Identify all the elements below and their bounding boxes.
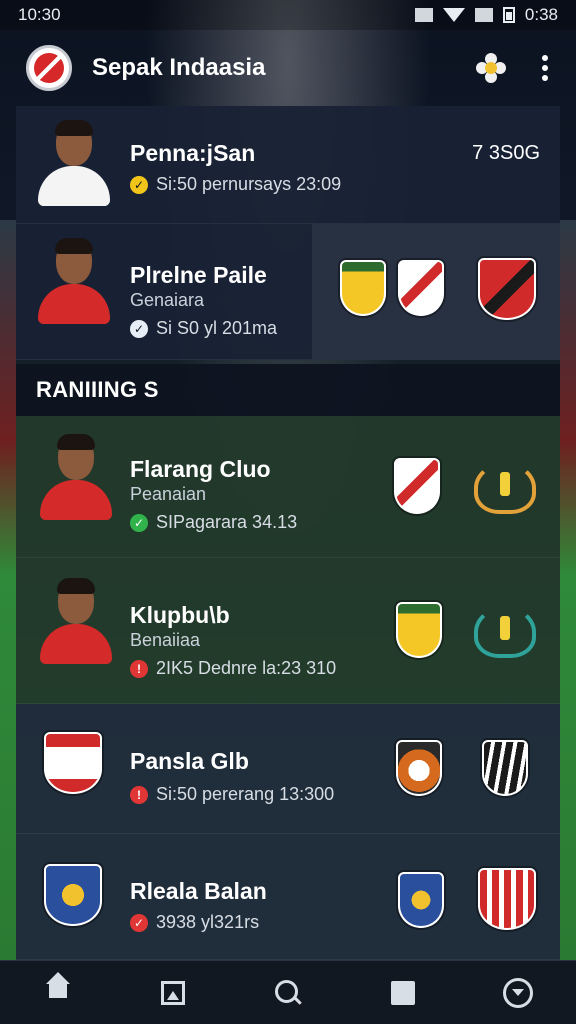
app-logo-mark: [34, 53, 64, 83]
club-crest-icon[interactable]: [340, 260, 386, 316]
card-meta: ✓ Si:50 pernursays 23:09: [130, 174, 341, 195]
nav-search-button[interactable]: [266, 971, 310, 1015]
wifi-icon: [442, 8, 465, 22]
card-meta-text: Si S0 yl 201ma: [156, 318, 278, 338]
featured-card[interactable]: Plrelne Paile Genaiara ✓ Si S0 yl 201ma: [16, 224, 560, 360]
square-icon: [391, 980, 416, 1005]
card-meta-text: 2IK5 Dednre la:23 310: [156, 658, 337, 678]
kebab-menu-icon[interactable]: [540, 55, 550, 81]
player-avatar: [38, 120, 110, 206]
card-title: Klupbu\b: [130, 602, 230, 628]
club-crest-icon[interactable]: [396, 740, 442, 796]
club-crest-icon[interactable]: [478, 258, 536, 320]
nav-home-button[interactable]: [36, 971, 80, 1015]
ranking-card[interactable]: Klupbu\b Benaiiaa ! 2IK5 Dednre la:23 31…: [16, 558, 560, 704]
app-header: Sepak Indaasia: [0, 30, 576, 106]
club-crest-icon[interactable]: [396, 602, 442, 658]
ranking-card[interactable]: Flarang Cluo Peanaian ✓ SIPagarara 34.13: [16, 416, 560, 558]
card-meta-text: Si:50 pernursays 23:09: [156, 174, 342, 194]
club-crest-icon: [44, 732, 102, 794]
nav-square-button[interactable]: [381, 971, 425, 1015]
check-icon: ✓: [130, 319, 148, 338]
chevron-circle-icon: [503, 977, 534, 1008]
player-avatar: [38, 238, 110, 324]
check-icon: ✓: [130, 513, 148, 532]
club-crest-icon: [44, 864, 102, 926]
alert-icon: !: [130, 785, 148, 804]
card-value: 7 3S0G: [472, 142, 540, 164]
card-title: Plrelne Paile: [130, 262, 267, 288]
card-meta-text: SIPagarara 34.13: [156, 512, 298, 532]
featured-card[interactable]: Penna:jSan ✓ Si:50 pernursays 23:09 7 3S…: [16, 106, 560, 224]
stadium-background-left: [0, 220, 16, 960]
card-meta: ! 2IK5 Dednre la:23 310: [130, 658, 336, 679]
card-title: Penna:jSan: [130, 140, 256, 166]
status-bar: 10:30 0:38: [0, 0, 576, 30]
app-logo[interactable]: [26, 45, 72, 91]
status-icons: 0:38: [414, 5, 558, 25]
card-meta-text: Si:50 pererang 13:300: [156, 784, 335, 804]
club-crest-icon[interactable]: [478, 868, 536, 930]
alert-icon: !: [130, 659, 148, 678]
bottom-navigation: [0, 960, 576, 1024]
battery-icon: [502, 7, 515, 23]
card-meta-text: 3938 yl321rs: [156, 912, 260, 932]
card-title: Rleala Balan: [130, 878, 267, 904]
search-icon: [274, 979, 301, 1006]
nav-gallery-button[interactable]: [151, 971, 195, 1015]
club-crest-panel: [312, 224, 560, 360]
club-crest-icon[interactable]: [398, 260, 444, 316]
card-meta: ! Si:50 pererang 13:300: [130, 784, 334, 805]
gallery-icon: [160, 980, 185, 1005]
status-battery-time: 0:38: [524, 5, 558, 24]
notification-muted-icon: [414, 8, 433, 22]
rankings-header: RANIIING S: [16, 364, 560, 416]
ranking-card[interactable]: Rleala Balan ✓ 3938 yl321rs: [16, 834, 560, 960]
card-title: Flarang Cluo: [130, 456, 271, 482]
card-meta: ✓ Si S0 yl 201ma: [130, 318, 277, 339]
flower-icon[interactable]: [476, 53, 506, 83]
card-meta: ✓ 3938 yl321rs: [130, 912, 259, 933]
club-crest-icon[interactable]: [394, 458, 440, 514]
section-title: RANIIING S: [36, 377, 159, 402]
flower-center: [485, 62, 497, 74]
card-title: Pansla Glb: [130, 748, 249, 774]
player-avatar: [40, 434, 112, 520]
trophy-laurel-icon: [474, 462, 536, 514]
ranking-card[interactable]: Pansla Glb ! Si:50 pererang 13:300: [16, 704, 560, 834]
signal-icon: [474, 8, 493, 22]
club-crest-icon[interactable]: [482, 740, 528, 796]
check-icon: ✓: [130, 913, 148, 932]
header-actions: [476, 53, 550, 83]
app-title: Sepak Indaasia: [92, 54, 266, 81]
player-avatar: [40, 578, 112, 664]
nav-more-button[interactable]: [496, 971, 540, 1015]
card-subtitle: Peanaian: [130, 484, 207, 504]
club-crest-icon[interactable]: [398, 872, 444, 928]
status-time: 10:30: [18, 5, 61, 24]
stadium-background-right: [560, 220, 576, 960]
trophy-laurel-icon: [474, 606, 536, 658]
check-icon: ✓: [130, 175, 148, 194]
card-meta: ✓ SIPagarara 34.13: [130, 512, 297, 533]
home-icon: [45, 971, 71, 1004]
card-subtitle: Genaiara: [130, 290, 205, 310]
card-subtitle: Benaiiaa: [130, 630, 201, 650]
